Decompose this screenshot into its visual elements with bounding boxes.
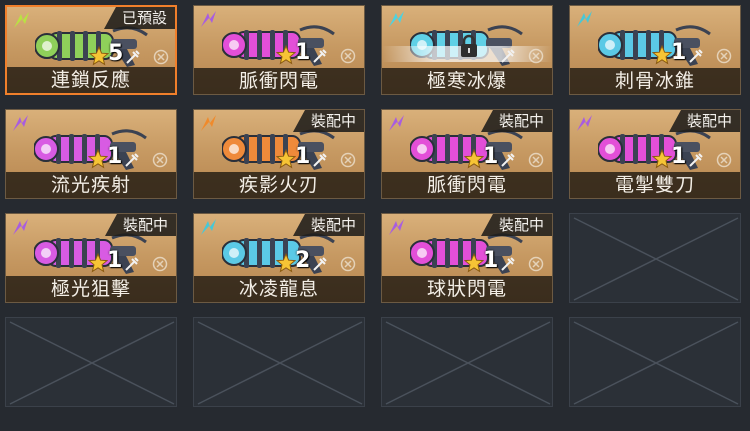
dismantle-icon[interactable]	[340, 256, 356, 272]
weapon-name: 脈衝閃電	[382, 172, 552, 198]
status-badge: 裝配中	[104, 214, 176, 236]
weapon-level: 2	[295, 248, 311, 273]
star-icon	[275, 252, 297, 273]
star-icon	[88, 45, 110, 66]
weapon-name: 脈衝閃電	[194, 68, 364, 94]
weapon-name: 流光疾射	[6, 172, 176, 198]
element-icon	[198, 217, 220, 239]
empty-slot-cross	[573, 321, 739, 405]
weapon-card[interactable]: 2 裝配中冰凌龍息	[193, 213, 365, 303]
dismantle-icon[interactable]	[716, 48, 732, 64]
weapon-name: 球狀閃電	[382, 276, 552, 302]
star-icon	[651, 44, 673, 65]
element-icon	[11, 10, 33, 32]
element-icon	[10, 217, 32, 239]
upgrade-icon[interactable]	[688, 48, 704, 64]
lock-icon	[458, 34, 480, 58]
weapon-card[interactable]: 1 裝配中球狀閃電	[381, 213, 553, 303]
dismantle-icon[interactable]	[153, 49, 169, 65]
empty-slot[interactable]	[5, 317, 177, 407]
star-icon	[275, 148, 297, 169]
weapon-card[interactable]: 1 裝配中電掣雙刀	[569, 109, 741, 199]
weapon-card[interactable]: 1 流光疾射	[5, 109, 177, 199]
dismantle-icon[interactable]	[152, 152, 168, 168]
empty-slot[interactable]	[193, 317, 365, 407]
weapon-level: 1	[107, 144, 123, 169]
weapon-card[interactable]: 1 裝配中極光狙擊	[5, 213, 177, 303]
empty-slot-cross	[197, 321, 363, 405]
weapon-card[interactable]: 極寒冰爆	[381, 5, 553, 95]
dismantle-icon[interactable]	[528, 48, 544, 64]
upgrade-icon[interactable]	[125, 49, 141, 65]
weapon-card[interactable]: 1 刺骨冰錐	[569, 5, 741, 95]
upgrade-icon[interactable]	[312, 256, 328, 272]
weapon-name: 連鎖反應	[7, 67, 175, 93]
element-icon	[386, 217, 408, 239]
element-icon	[198, 113, 220, 135]
dismantle-icon[interactable]	[528, 256, 544, 272]
element-icon	[198, 9, 220, 31]
status-badge: 已預設	[103, 7, 175, 29]
element-icon	[574, 9, 596, 31]
status-badge: 裝配中	[292, 214, 364, 236]
weapon-level: 1	[295, 144, 311, 169]
star-icon	[87, 252, 109, 273]
weapon-level: 1	[671, 40, 687, 65]
dismantle-icon[interactable]	[340, 48, 356, 64]
weapon-level: 5	[108, 41, 124, 66]
dismantle-icon[interactable]	[528, 152, 544, 168]
element-icon	[386, 9, 408, 31]
upgrade-icon[interactable]	[312, 152, 328, 168]
element-icon	[386, 113, 408, 135]
weapon-name: 電掣雙刀	[570, 172, 740, 198]
element-icon	[10, 113, 32, 135]
upgrade-icon[interactable]	[500, 48, 516, 64]
weapon-card[interactable]: 1 裝配中疾影火刃	[193, 109, 365, 199]
upgrade-icon[interactable]	[500, 152, 516, 168]
weapon-name: 極光狙擊	[6, 276, 176, 302]
weapon-card[interactable]: 5 已預設連鎖反應	[5, 5, 177, 95]
weapon-name: 冰凌龍息	[194, 276, 364, 302]
weapon-level: 1	[483, 144, 499, 169]
weapon-level: 1	[671, 144, 687, 169]
weapon-name: 疾影火刃	[194, 172, 364, 198]
weapon-card[interactable]: 1 裝配中脈衝閃電	[381, 109, 553, 199]
weapon-grid: 5 已預設 連鎖反應 1 脈衝閃電 極寒冰爆 1 刺骨冰錐 1 流光疾射 1 裝配中 疾影火刃 1 裝配中脈…	[0, 0, 750, 431]
star-icon	[463, 252, 485, 273]
dismantle-icon[interactable]	[716, 152, 732, 168]
empty-slot[interactable]	[569, 317, 741, 407]
weapon-name: 刺骨冰錐	[570, 68, 740, 94]
upgrade-icon[interactable]	[688, 152, 704, 168]
star-icon	[463, 148, 485, 169]
star-icon	[651, 148, 673, 169]
dismantle-icon[interactable]	[340, 152, 356, 168]
weapon-card[interactable]: 1 脈衝閃電	[193, 5, 365, 95]
weapon-level: 1	[483, 248, 499, 273]
upgrade-icon[interactable]	[124, 152, 140, 168]
element-icon	[574, 113, 596, 135]
empty-slot[interactable]	[381, 317, 553, 407]
status-badge: 裝配中	[480, 110, 552, 132]
upgrade-icon[interactable]	[312, 48, 328, 64]
status-badge: 裝配中	[480, 214, 552, 236]
upgrade-icon[interactable]	[500, 256, 516, 272]
status-badge: 裝配中	[668, 110, 740, 132]
upgrade-icon[interactable]	[124, 256, 140, 272]
empty-slot-cross	[9, 321, 175, 405]
star-icon	[275, 44, 297, 65]
empty-slot-cross	[385, 321, 551, 405]
weapon-level: 1	[295, 40, 311, 65]
weapon-level: 1	[107, 248, 123, 273]
dismantle-icon[interactable]	[152, 256, 168, 272]
status-badge: 裝配中	[292, 110, 364, 132]
empty-slot-cross	[573, 217, 739, 301]
weapon-name: 極寒冰爆	[382, 68, 552, 94]
empty-slot[interactable]	[569, 213, 741, 303]
star-icon	[87, 148, 109, 169]
